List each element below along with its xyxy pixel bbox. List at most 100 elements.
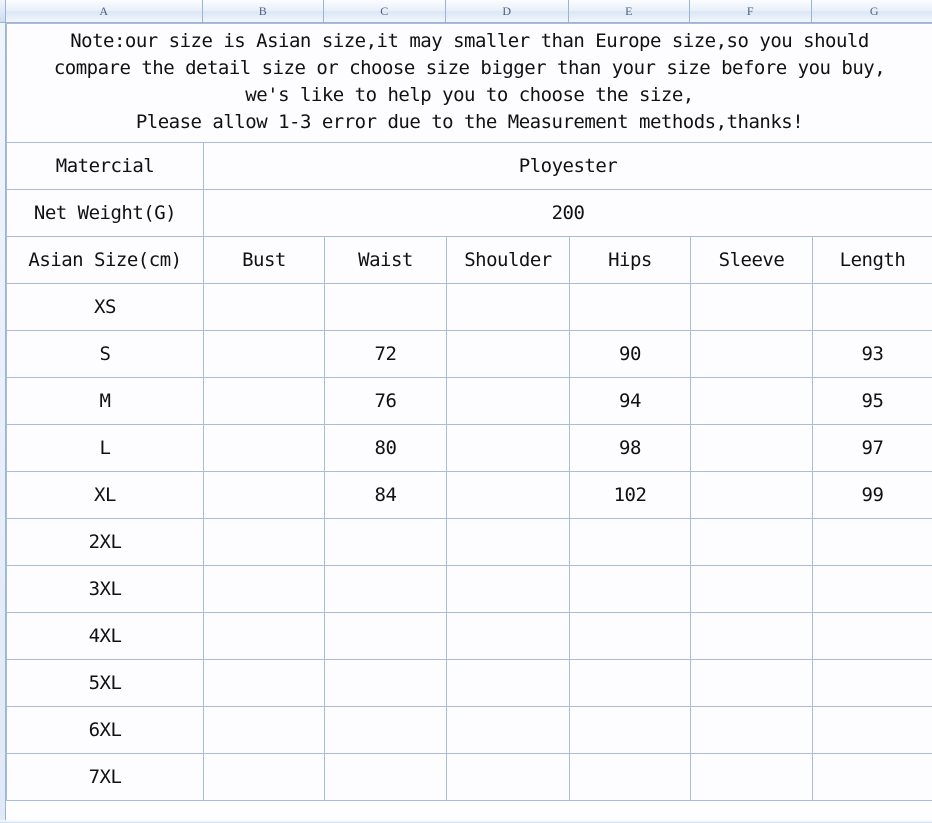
column-header-g[interactable]: G — [812, 0, 932, 22]
cell-shoulder[interactable] — [446, 517, 570, 566]
cell-waist[interactable] — [324, 658, 447, 707]
table-row: 5XL — [6, 658, 932, 707]
cell-size[interactable]: L — [6, 423, 204, 472]
cell-length[interactable] — [812, 658, 932, 707]
cell-length[interactable] — [812, 705, 932, 754]
cell-waist[interactable] — [324, 611, 447, 660]
cell-shoulder[interactable] — [446, 423, 570, 472]
cell-size[interactable]: 2XL — [6, 517, 204, 566]
cell-length[interactable] — [812, 517, 932, 566]
grid-body: Note:our size is Asian size,it may small… — [0, 23, 932, 823]
cell-hips[interactable] — [569, 705, 691, 754]
cell-shoulder[interactable] — [446, 470, 570, 519]
cell-shoulder[interactable] — [446, 329, 570, 378]
cell-shoulder[interactable] — [446, 705, 570, 754]
cell-length[interactable] — [812, 752, 932, 801]
column-header-d[interactable]: D — [446, 0, 569, 22]
cell-size[interactable]: 6XL — [6, 705, 204, 754]
note-line-1: Note:our size is Asian size,it may small… — [70, 30, 869, 52]
cell-length[interactable]: 97 — [812, 423, 932, 472]
cell-bust[interactable] — [203, 329, 325, 378]
cell-length[interactable] — [812, 611, 932, 660]
material-value[interactable]: Ployester — [203, 141, 932, 190]
cell-shoulder[interactable] — [446, 564, 570, 613]
cell-bust[interactable] — [203, 282, 325, 331]
cell-length[interactable] — [812, 282, 932, 331]
cell-waist[interactable] — [324, 517, 447, 566]
cell-sleeve[interactable] — [690, 470, 813, 519]
column-header-f[interactable]: F — [690, 0, 812, 22]
cell-sleeve[interactable] — [690, 705, 813, 754]
cell-size[interactable]: M — [6, 376, 204, 425]
cell-bust[interactable] — [203, 658, 325, 707]
cell-bust[interactable] — [203, 705, 325, 754]
cell-sleeve[interactable] — [690, 329, 813, 378]
material-label[interactable]: Matercial — [6, 141, 204, 190]
cell-bust[interactable] — [203, 517, 325, 566]
cell-waist[interactable] — [324, 282, 447, 331]
column-header-a[interactable]: A — [6, 0, 203, 22]
cell-waist[interactable]: 76 — [324, 376, 447, 425]
cell-length[interactable]: 99 — [812, 470, 932, 519]
cell-sleeve[interactable] — [690, 658, 813, 707]
header-asian-size[interactable]: Asian Size(cm) — [6, 235, 204, 284]
header-shoulder[interactable]: Shoulder — [446, 235, 570, 284]
cell-size[interactable]: S — [6, 329, 204, 378]
cell-bust[interactable] — [203, 470, 325, 519]
cell-sleeve[interactable] — [690, 282, 813, 331]
cell-waist[interactable] — [324, 564, 447, 613]
net-weight-label[interactable]: Net Weight(G) — [6, 188, 204, 237]
cell-sleeve[interactable] — [690, 564, 813, 613]
header-hips[interactable]: Hips — [569, 235, 691, 284]
cell-bust[interactable] — [203, 423, 325, 472]
cell-shoulder[interactable] — [446, 658, 570, 707]
cell-bust[interactable] — [203, 752, 325, 801]
cell-bust[interactable] — [203, 611, 325, 660]
cell-length[interactable]: 93 — [812, 329, 932, 378]
note-line-2: compare the detail size or choose size b… — [53, 56, 886, 79]
cell-waist[interactable] — [324, 705, 447, 754]
cell-hips[interactable] — [569, 564, 691, 613]
cell-size[interactable]: 4XL — [6, 611, 204, 660]
header-bust[interactable]: Bust — [203, 235, 325, 284]
cell-waist[interactable]: 80 — [324, 423, 447, 472]
cell-bust[interactable] — [203, 376, 325, 425]
cell-shoulder[interactable] — [446, 282, 570, 331]
column-header-b[interactable]: B — [203, 0, 324, 22]
cell-waist[interactable]: 84 — [324, 470, 447, 519]
cell-hips[interactable]: 102 — [569, 470, 691, 519]
cell-sleeve[interactable] — [690, 376, 813, 425]
cell-hips[interactable] — [569, 752, 691, 801]
cell-size[interactable]: 7XL — [6, 752, 204, 801]
cell-sleeve[interactable] — [690, 611, 813, 660]
cell-length[interactable]: 95 — [812, 376, 932, 425]
column-header-e[interactable]: E — [569, 0, 690, 22]
cell-size[interactable]: XS — [6, 282, 204, 331]
cell-size[interactable]: 3XL — [6, 564, 204, 613]
cell-shoulder[interactable] — [446, 752, 570, 801]
cell-waist[interactable]: 72 — [324, 329, 447, 378]
cell-hips[interactable]: 98 — [569, 423, 691, 472]
cell-hips[interactable] — [569, 282, 691, 331]
header-waist[interactable]: Waist — [324, 235, 447, 284]
cell-hips[interactable] — [569, 611, 691, 660]
cell-hips[interactable]: 90 — [569, 329, 691, 378]
header-length[interactable]: Length — [812, 235, 932, 284]
cell-shoulder[interactable] — [446, 376, 570, 425]
cell-size[interactable]: XL — [6, 470, 204, 519]
table-row: M 76 94 95 — [6, 376, 932, 425]
header-sleeve[interactable]: Sleeve — [690, 235, 813, 284]
cell-size[interactable]: 5XL — [6, 658, 204, 707]
cell-hips[interactable]: 94 — [569, 376, 691, 425]
net-weight-value[interactable]: 200 — [203, 188, 932, 237]
cell-bust[interactable] — [203, 564, 325, 613]
cell-sleeve[interactable] — [690, 423, 813, 472]
cell-hips[interactable] — [569, 658, 691, 707]
cell-length[interactable] — [812, 564, 932, 613]
cell-sleeve[interactable] — [690, 517, 813, 566]
cell-waist[interactable] — [324, 752, 447, 801]
cell-sleeve[interactable] — [690, 752, 813, 801]
cell-hips[interactable] — [569, 517, 691, 566]
cell-shoulder[interactable] — [446, 611, 570, 660]
column-header-c[interactable]: C — [324, 0, 446, 22]
